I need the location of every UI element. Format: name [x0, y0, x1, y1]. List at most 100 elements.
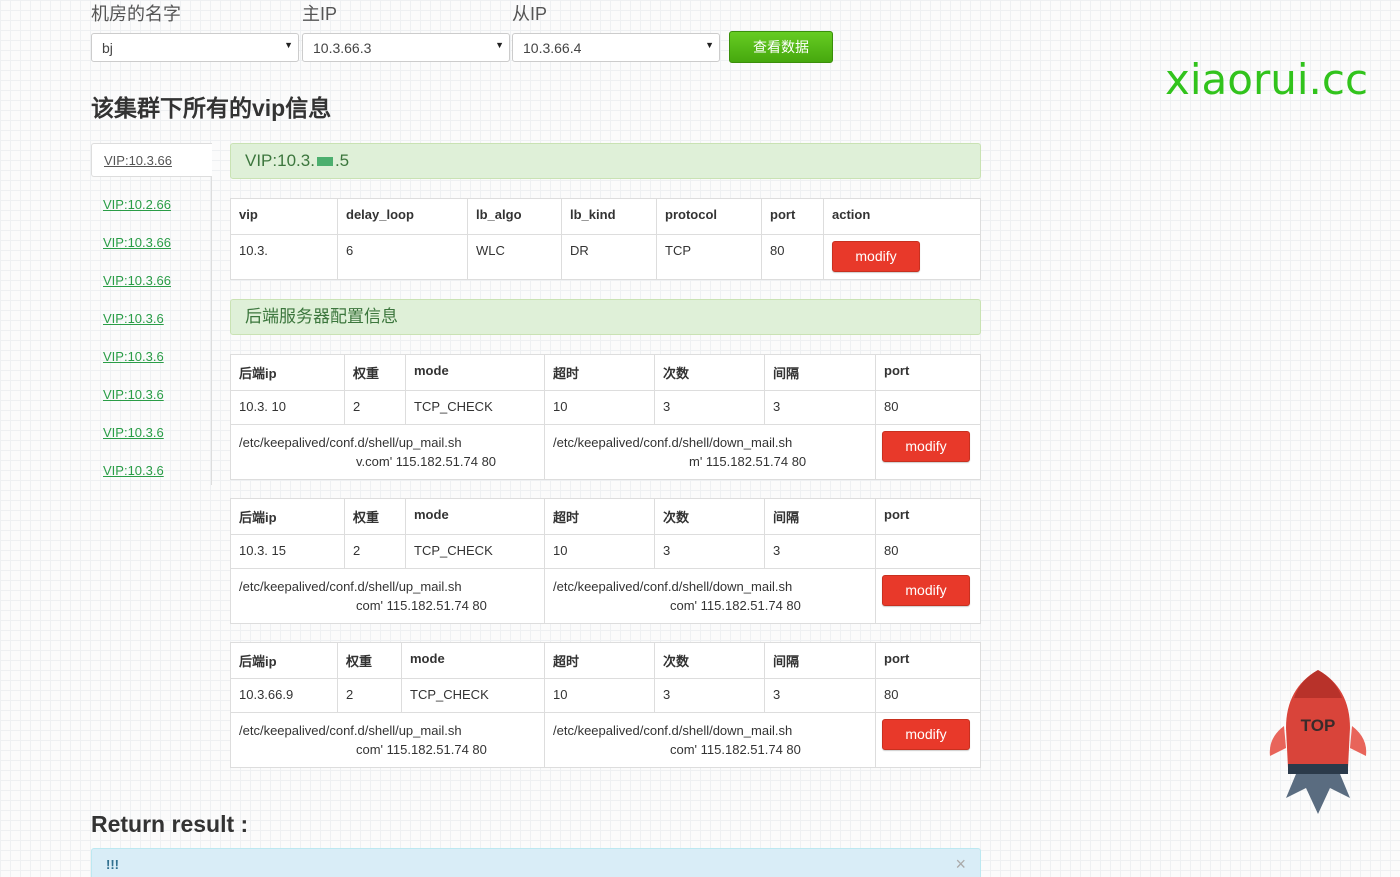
back-to-top-button[interactable]: TOP — [1266, 668, 1370, 818]
mode-cell: TCP_CHECK — [405, 534, 545, 569]
sidebar-item-label[interactable]: VIP:10.2.66 — [103, 197, 171, 212]
action-cell: modify — [823, 233, 981, 281]
backend-table: 后端ip 权重 mode 超时 次数 间隔 port 10.3. 10 2 TC… — [230, 354, 981, 480]
modify-button[interactable]: modify — [882, 431, 970, 462]
sidebar-item-label[interactable]: VIP:10.3.66 — [103, 235, 171, 250]
column-header: delay_loop — [337, 198, 468, 235]
down-script-args: com' 115.182.51.74 80 — [670, 742, 801, 757]
alert-text: !!! — [106, 857, 119, 872]
sidebar-item-label[interactable]: VIP:10.3.66 — [104, 153, 172, 168]
top-label: TOP — [1300, 716, 1336, 735]
brand-watermark: xiaorui.cc — [1165, 55, 1369, 104]
sidebar-item-vip[interactable]: VIP:10.3.66 — [91, 143, 212, 177]
table-row: /etc/keepalived/conf.d/shell/up_mail.sh … — [230, 568, 981, 624]
port-cell: 80 — [875, 678, 981, 713]
backend-ip-cell: 10.3. 10 — [230, 390, 345, 425]
down-script-cell: /etc/keepalived/conf.d/shell/down_mail.s… — [544, 712, 876, 768]
action-cell: modify — [875, 712, 981, 768]
down-script-path: /etc/keepalived/conf.d/shell/down_mail.s… — [553, 579, 793, 594]
interval-cell: 3 — [764, 390, 876, 425]
view-data-button[interactable]: 查看数据 — [729, 31, 833, 63]
column-header: 权重 — [337, 642, 402, 679]
column-header: action — [823, 198, 981, 235]
table-row: 10.3. 6 WLC DR TCP 80 modify — [230, 233, 981, 281]
modify-button[interactable]: modify — [882, 719, 970, 750]
backend-table: 后端ip 权重 mode 超时 次数 间隔 port 10.3.66.9 2 T… — [230, 642, 981, 768]
sidebar-item-label[interactable]: VIP:10.3.6 — [103, 425, 164, 440]
down-script-args: m' 115.182.51.74 80 — [689, 454, 807, 469]
table-row: 10.3. 10 2 TCP_CHECK 10 3 3 80 — [230, 390, 981, 425]
sidebar-item-label[interactable]: VIP:10.3.6 — [103, 349, 164, 364]
slave-ip-select[interactable]: 10.3.66.4 ▼ — [512, 33, 720, 62]
sidebar-item-vip[interactable]: VIP:10.2.66 — [91, 188, 212, 222]
column-header: lb_algo — [467, 198, 562, 235]
weight-cell: 2 — [344, 534, 406, 569]
column-header: port — [875, 642, 981, 679]
vip-panel-title: VIP:10.3. .5 — [230, 143, 981, 179]
down-script-cell: /etc/keepalived/conf.d/shell/down_mail.s… — [544, 424, 876, 480]
column-header: 权重 — [344, 498, 406, 535]
backend-panel-title: 后端服务器配置信息 — [230, 299, 981, 335]
table-row: 10.3. 15 2 TCP_CHECK 10 3 3 80 — [230, 534, 981, 569]
timeout-cell: 10 — [544, 390, 655, 425]
timeout-cell: 10 — [544, 678, 655, 713]
close-icon[interactable]: × — [955, 854, 966, 875]
master-ip-value: 10.3.66.3 — [313, 40, 372, 56]
column-header: 间隔 — [764, 498, 876, 535]
delay-loop-cell: 6 — [337, 233, 468, 281]
backend-ip: 10.3. — [239, 399, 268, 414]
mode-cell: TCP_CHECK — [405, 390, 545, 425]
column-header: vip — [230, 198, 338, 235]
sidebar-item-vip[interactable]: VIP:10.3.6 — [91, 378, 212, 412]
count-cell: 3 — [654, 678, 765, 713]
sidebar-item-vip[interactable]: VIP:10.3.6 — [91, 454, 212, 488]
table-row: /etc/keepalived/conf.d/shell/up_mail.sh … — [230, 424, 981, 480]
column-header: mode — [405, 498, 545, 535]
up-script-path: /etc/keepalived/conf.d/shell/up_mail.sh — [239, 723, 462, 738]
column-header: 后端ip — [230, 354, 345, 391]
column-header: 后端ip — [230, 642, 338, 679]
sidebar-item-vip[interactable]: VIP:10.3.6 — [91, 302, 212, 336]
sidebar-item-label[interactable]: VIP:10.3.6 — [103, 387, 164, 402]
vip-value: 10.3. — [239, 242, 268, 258]
modify-button[interactable]: modify — [882, 575, 970, 606]
column-header: 次数 — [654, 498, 765, 535]
timeout-cell: 10 — [544, 534, 655, 569]
mode-cell: TCP_CHECK — [401, 678, 545, 713]
backend-ip-suffix: 10 — [271, 399, 287, 414]
table-row: 10.3.66.9 2 TCP_CHECK 10 3 3 80 — [230, 678, 981, 713]
master-ip-label: 主IP — [302, 4, 338, 24]
up-script-cell: /etc/keepalived/conf.d/shell/up_mail.sh … — [230, 424, 545, 480]
up-script-args: com' 115.182.51.74 80 — [356, 742, 487, 757]
sidebar-item-vip[interactable]: VIP:10.3.6 — [91, 416, 212, 450]
sidebar-item-vip[interactable]: VIP:10.3.66 — [91, 226, 212, 260]
lb-kind-cell: DR — [561, 233, 657, 281]
down-script-path: /etc/keepalived/conf.d/shell/down_mail.s… — [553, 435, 793, 450]
vip-title-suffix: .5 — [334, 151, 350, 170]
modify-button[interactable]: modify — [832, 240, 920, 272]
room-select[interactable]: bj ▼ — [91, 33, 299, 62]
backend-ip: 10.3. — [239, 543, 268, 558]
port-cell: 80 — [875, 534, 981, 569]
column-header: port — [875, 498, 981, 535]
backend-table: 后端ip 权重 mode 超时 次数 间隔 port 10.3. 15 2 TC… — [230, 498, 981, 624]
chevron-down-icon: ▼ — [284, 40, 293, 50]
sidebar-item-label[interactable]: VIP:10.3.6 — [103, 463, 164, 478]
column-header: 次数 — [654, 354, 765, 391]
room-label: 机房的名字 — [91, 4, 181, 24]
action-cell: modify — [875, 568, 981, 624]
sidebar-item-vip[interactable]: VIP:10.3.6 — [91, 340, 212, 374]
chevron-down-icon: ▼ — [495, 40, 504, 50]
sidebar-item-label[interactable]: VIP:10.3.66 — [103, 273, 171, 288]
chevron-down-icon: ▼ — [705, 40, 714, 50]
up-script-path: /etc/keepalived/conf.d/shell/up_mail.sh — [239, 435, 462, 450]
table-header-row: 后端ip 权重 mode 超时 次数 间隔 port — [230, 642, 981, 679]
vip-table: vip delay_loop lb_algo lb_kind protocol … — [230, 198, 981, 281]
port-cell: 80 — [761, 233, 824, 281]
master-ip-select[interactable]: 10.3.66.3 ▼ — [302, 33, 510, 62]
sidebar-item-label[interactable]: VIP:10.3.6 — [103, 311, 164, 326]
sidebar-item-vip[interactable]: VIP:10.3.66 — [91, 264, 212, 298]
column-header: lb_kind — [561, 198, 657, 235]
count-cell: 3 — [654, 390, 765, 425]
column-header: 超时 — [544, 642, 655, 679]
